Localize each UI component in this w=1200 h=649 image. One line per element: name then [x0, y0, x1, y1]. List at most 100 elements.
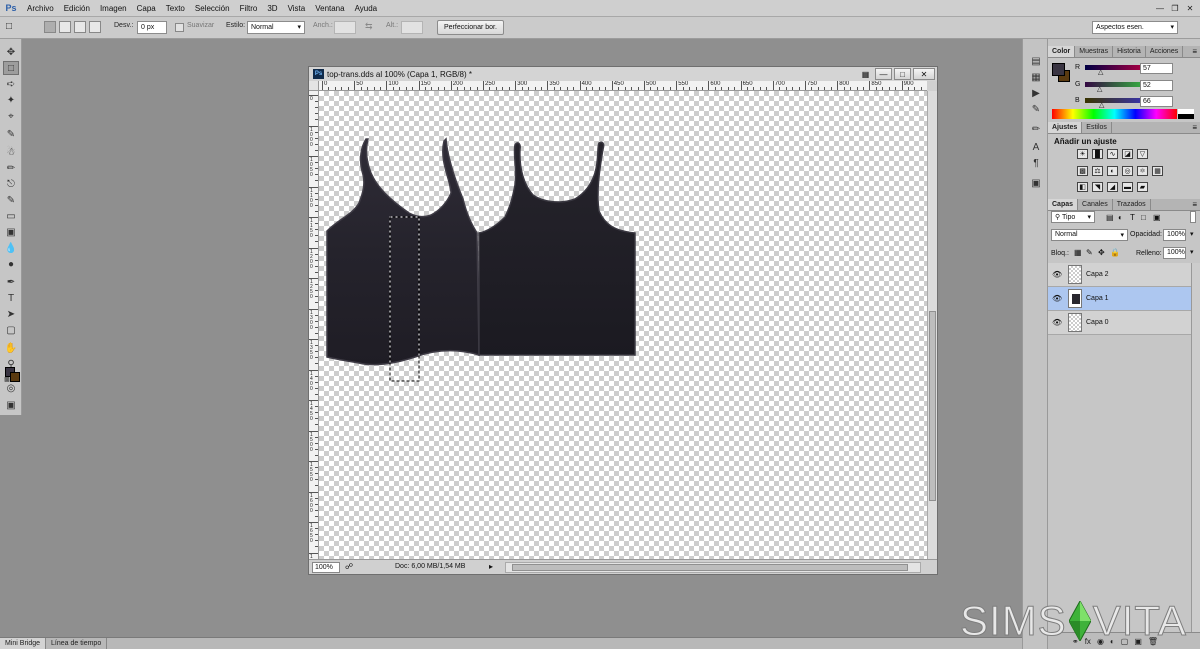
exposure-icon[interactable]: ◪	[1122, 149, 1133, 159]
gradient-tool-icon[interactable]: ▣	[3, 225, 19, 239]
rectangle-tool-icon[interactable]: ▢	[3, 323, 19, 337]
doc-close-icon[interactable]: ✕	[913, 68, 935, 80]
menu-texto[interactable]: Texto	[161, 4, 190, 13]
horizontal-scrollbar[interactable]	[505, 562, 921, 573]
menu-ventana[interactable]: Ventana	[310, 4, 349, 13]
blur-tool-icon[interactable]: 💧	[3, 241, 19, 255]
path-selection-tool-icon[interactable]: ➤	[3, 307, 19, 321]
document-titlebar[interactable]: Ps top-trans.dds al 100% (Capa 1, RGB/8)…	[309, 67, 937, 81]
layer-row-capa-2[interactable]: 👁 Capa 2	[1048, 263, 1191, 287]
tool-presets-icon[interactable]: ✎	[1029, 103, 1043, 116]
fill-input[interactable]: 100%	[1163, 247, 1186, 259]
width-input[interactable]	[334, 21, 356, 34]
panel-menu-icon[interactable]: ≡	[1192, 47, 1197, 56]
hue-saturation-icon[interactable]: ▩	[1077, 166, 1088, 176]
filter-shape-icon[interactable]: □	[1141, 213, 1146, 222]
green-slider-handle[interactable]: △	[1097, 85, 1102, 93]
opacity-input[interactable]: 100%	[1163, 229, 1186, 241]
canvas[interactable]	[319, 91, 927, 559]
selective-color-icon[interactable]: ▬	[1122, 182, 1133, 192]
brightness-contrast-icon[interactable]: ☀	[1077, 149, 1088, 159]
restore-icon[interactable]: ❐	[1169, 2, 1181, 14]
menu-seleccion[interactable]: Selección	[190, 4, 235, 13]
close-icon[interactable]: ✕	[1184, 2, 1196, 14]
fill-arrow-icon[interactable]: ▾	[1190, 248, 1194, 256]
layer-row-capa-1[interactable]: 👁 Capa 1	[1048, 287, 1191, 311]
tab-ajustes[interactable]: Ajustes	[1048, 122, 1083, 133]
add-selection-icon[interactable]	[59, 21, 71, 33]
red-slider-handle[interactable]: △	[1098, 68, 1103, 76]
tab-trazados[interactable]: Trazados	[1113, 199, 1151, 210]
eye-icon[interactable]: 👁	[1052, 318, 1062, 327]
menu-edicion[interactable]: Edición	[59, 4, 95, 13]
tab-estilos[interactable]: Estilos	[1082, 122, 1112, 133]
vertical-scrollbar[interactable]	[927, 91, 937, 559]
lock-position-icon[interactable]: ✥	[1098, 248, 1105, 257]
move-tool-icon[interactable]: ✥	[3, 45, 19, 59]
tab-acciones[interactable]: Acciones	[1146, 46, 1184, 57]
height-input[interactable]	[401, 21, 423, 34]
filter-toggle[interactable]	[1190, 211, 1196, 223]
type-tool-icon[interactable]: T	[3, 291, 19, 305]
spot-healing-tool-icon[interactable]: ☃	[3, 145, 19, 159]
invert-icon[interactable]: ◧	[1077, 182, 1088, 192]
feather-input[interactable]: 0 px	[137, 21, 167, 34]
status-menu-icon[interactable]: ☍	[345, 562, 353, 571]
menu-imagen[interactable]: Imagen	[95, 4, 132, 13]
antialias-checkbox[interactable]	[175, 23, 184, 32]
lasso-tool-icon[interactable]: ➪	[3, 77, 19, 91]
screen-mode-icon[interactable]: ▣	[3, 398, 19, 412]
actions-panel-icon[interactable]: ▶	[1029, 87, 1043, 100]
clone-stamp-tool-icon[interactable]: ⎋	[3, 177, 19, 191]
zoom-level-input[interactable]: 100%	[312, 562, 340, 573]
tab-timeline[interactable]: Línea de tiempo	[46, 638, 108, 649]
dodge-tool-icon[interactable]: ●	[3, 257, 19, 271]
gradient-map-icon[interactable]: ▰	[1137, 182, 1148, 192]
menu-ayuda[interactable]: Ayuda	[350, 4, 383, 13]
eye-icon[interactable]: 👁	[1052, 270, 1062, 279]
green-value-input[interactable]: 52	[1140, 80, 1173, 91]
vibrance-icon[interactable]: ▽	[1137, 149, 1148, 159]
panel-menu-icon[interactable]: ≡	[1192, 123, 1197, 132]
levels-icon[interactable]: █	[1092, 149, 1103, 159]
crop-tool-icon[interactable]: ⌖	[3, 109, 19, 123]
black-white-icon[interactable]: ◐	[1107, 166, 1118, 176]
eyedropper-tool-icon[interactable]: ✎	[3, 127, 19, 141]
minimize-icon[interactable]: —	[1154, 2, 1166, 14]
eraser-tool-icon[interactable]: ▭	[3, 209, 19, 223]
filter-type-icon[interactable]: T	[1130, 213, 1135, 222]
new-selection-icon[interactable]	[44, 21, 56, 33]
paragraph-panel-icon[interactable]: ¶	[1029, 157, 1043, 170]
opacity-arrow-icon[interactable]: ▾	[1190, 230, 1194, 238]
layer-filter-select[interactable]: ⚲ Tipo ▾	[1051, 211, 1095, 223]
status-arrow-icon[interactable]: ▸	[489, 562, 493, 571]
marquee-tool-preset-icon[interactable]: □	[6, 21, 12, 32]
tab-canales[interactable]: Canales	[1078, 199, 1113, 210]
blue-slider-handle[interactable]: △	[1099, 101, 1104, 109]
workspace-select[interactable]: Aspectos esen. ▾	[1092, 21, 1178, 34]
lock-transparent-icon[interactable]: ▦	[1074, 248, 1082, 257]
curves-icon[interactable]: ∿	[1107, 149, 1118, 159]
character-panel-icon[interactable]: A	[1029, 141, 1043, 154]
layers-scrollbar[interactable]	[1191, 263, 1200, 632]
menu-capa[interactable]: Capa	[132, 4, 161, 13]
menu-3d[interactable]: 3D	[262, 4, 282, 13]
hand-tool-icon[interactable]: ✋	[3, 341, 19, 355]
subtract-selection-icon[interactable]	[74, 21, 86, 33]
tab-capas[interactable]: Capas	[1048, 199, 1079, 210]
horizontal-scroll-thumb[interactable]	[512, 564, 908, 571]
blue-value-input[interactable]: 66	[1140, 96, 1173, 107]
tab-mini-bridge[interactable]: Mini Bridge	[0, 638, 47, 649]
filter-adjustment-icon[interactable]: ◐	[1118, 213, 1123, 222]
tab-color[interactable]: Color	[1048, 46, 1076, 57]
posterize-icon[interactable]: ◥	[1092, 182, 1103, 192]
doc-maximize-icon[interactable]: □	[894, 68, 911, 80]
blend-mode-select[interactable]: Normal ▾	[1051, 229, 1128, 241]
menu-archivo[interactable]: Archivo	[22, 4, 59, 13]
tab-historia[interactable]: Historia	[1113, 46, 1146, 57]
lock-image-icon[interactable]: ✎	[1086, 248, 1093, 257]
tab-muestras[interactable]: Muestras	[1075, 46, 1114, 57]
intersect-selection-icon[interactable]	[89, 21, 101, 33]
history-brush-tool-icon[interactable]: ✎	[3, 193, 19, 207]
filter-pixel-icon[interactable]: ▤	[1106, 213, 1114, 222]
